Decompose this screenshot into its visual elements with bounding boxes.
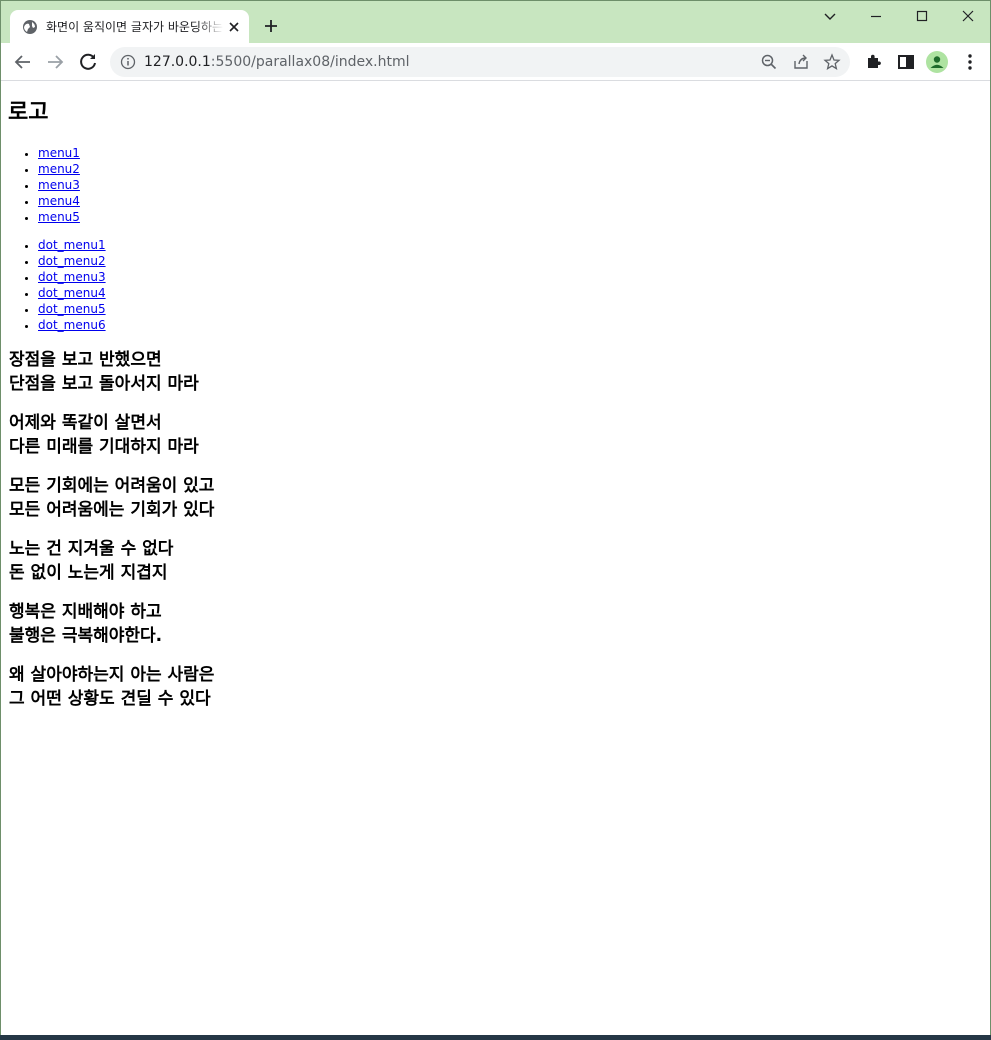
quote-line: 그 어떤 상황도 견딜 수 있다: [9, 689, 211, 709]
site-info-icon[interactable]: [120, 54, 136, 70]
dot-nav-item: dot_menu2: [38, 253, 106, 269]
tab-strip: 화면이 움직이면 글자가 바운딩하는 효과: [1, 1, 990, 43]
minimize-icon[interactable]: [853, 1, 899, 31]
nav-link-menu2[interactable]: menu2: [38, 162, 80, 176]
dot-link-3[interactable]: dot_menu3: [38, 270, 106, 284]
quote-line: 돈 없이 노는게 지겹지: [9, 563, 168, 583]
nav-link-menu3[interactable]: menu3: [38, 178, 80, 192]
globe-icon: [22, 19, 38, 35]
dot-link-4[interactable]: dot_menu4: [38, 286, 106, 300]
quote-line: 불행은 극복해야한다.: [9, 626, 163, 646]
nav-link-menu1[interactable]: menu1: [38, 146, 80, 160]
dot-nav-item: dot_menu4: [38, 285, 106, 301]
back-arrow-icon[interactable]: [11, 50, 35, 74]
quote-line: 모든 기회에는 어려움이 있고: [9, 476, 215, 496]
browser-window: 화면이 움직이면 글자가 바운딩하는 효과: [0, 0, 991, 1040]
dot-nav-item: dot_menu1: [38, 237, 106, 253]
dot-link-2[interactable]: dot_menu2: [38, 254, 106, 268]
quote-line: 어제와 똑같이 살면서: [9, 413, 162, 433]
quote-line: 왜 살아야하는지 아는 사람은: [9, 665, 215, 685]
quote-line: 행복은 지배해야 하고: [9, 602, 162, 622]
nav-link-menu5[interactable]: menu5: [38, 210, 80, 224]
quote-line: 다른 미래를 기대하지 마라: [9, 437, 199, 457]
quote-1: 장점을 보고 반했으면 단점을 보고 돌아서지 마라: [9, 348, 214, 396]
bookmark-star-icon[interactable]: [823, 53, 841, 71]
maximize-icon[interactable]: [899, 1, 945, 31]
dot-nav: dot_menu1 dot_menu2 dot_menu3 dot_menu4 …: [1, 237, 106, 333]
dot-nav-item: dot_menu3: [38, 269, 106, 285]
page-viewport: 로고 menu1 menu2 menu3 menu4 menu5 dot_men…: [1, 81, 990, 1035]
forward-arrow-icon[interactable]: [43, 50, 67, 74]
tab-title: 화면이 움직이면 글자가 바운딩하는 효과: [46, 20, 224, 34]
url-path: :5500/parallax08/index.html: [210, 54, 410, 70]
quote-line: 모든 어려움에는 기회가 있다: [9, 500, 215, 520]
dot-link-5[interactable]: dot_menu5: [38, 302, 106, 316]
zoom-out-icon[interactable]: [760, 53, 778, 71]
quote-line: 노는 건 지겨울 수 없다: [9, 539, 174, 559]
address-bar[interactable]: 127.0.0.1:5500/parallax08/index.html: [110, 47, 850, 77]
nav-item: menu5: [38, 209, 80, 225]
quote-6: 왜 살아야하는지 아는 사람은 그 어떤 상황도 견딜 수 있다: [9, 663, 214, 711]
reload-icon[interactable]: [76, 50, 100, 74]
dot-link-1[interactable]: dot_menu1: [38, 238, 106, 252]
nav-item: menu1: [38, 145, 80, 161]
share-icon[interactable]: [792, 53, 810, 71]
dot-nav-item: dot_menu5: [38, 301, 106, 317]
logo: 로고: [8, 100, 49, 125]
tab-search-chevron-down-icon[interactable]: [807, 1, 853, 31]
nav-item: menu4: [38, 193, 80, 209]
extensions-puzzle-icon[interactable]: [862, 50, 886, 74]
quote-4: 노는 건 지겨울 수 없다 돈 없이 노는게 지겹지: [9, 537, 214, 585]
browser-toolbar: 127.0.0.1:5500/parallax08/index.html: [1, 43, 990, 81]
nav-item: menu2: [38, 161, 80, 177]
dot-link-6[interactable]: dot_menu6: [38, 318, 106, 332]
close-window-icon[interactable]: [945, 1, 990, 31]
nav-item: menu3: [38, 177, 80, 193]
url-host: 127.0.0.1: [144, 54, 211, 70]
profile-avatar-icon[interactable]: [926, 51, 948, 73]
dot-nav-item: dot_menu6: [38, 317, 106, 333]
quote-3: 모든 기회에는 어려움이 있고 모든 어려움에는 기회가 있다: [9, 474, 214, 522]
active-tab[interactable]: 화면이 움직이면 글자가 바운딩하는 효과: [10, 10, 249, 43]
url-text: 127.0.0.1:5500/parallax08/index.html: [144, 47, 409, 77]
quote-line: 장점을 보고 반했으면: [9, 350, 162, 370]
more-menu-icon[interactable]: [958, 50, 982, 74]
quote-2: 어제와 똑같이 살면서 다른 미래를 기대하지 마라: [9, 411, 214, 459]
quote-5: 행복은 지배해야 하고 불행은 극복해야한다.: [9, 600, 214, 648]
main-nav: menu1 menu2 menu3 menu4 menu5: [1, 145, 80, 225]
quote-line: 단점을 보고 돌아서지 마라: [9, 374, 199, 394]
side-panel-icon[interactable]: [894, 50, 918, 74]
taskbar-edge: [0, 1035, 991, 1040]
close-tab-icon[interactable]: [226, 19, 242, 35]
new-tab-icon[interactable]: [261, 16, 281, 36]
nav-link-menu4[interactable]: menu4: [38, 194, 80, 208]
quote-sections: 장점을 보고 반했으면 단점을 보고 돌아서지 마라 어제와 똑같이 살면서 다…: [9, 348, 214, 726]
